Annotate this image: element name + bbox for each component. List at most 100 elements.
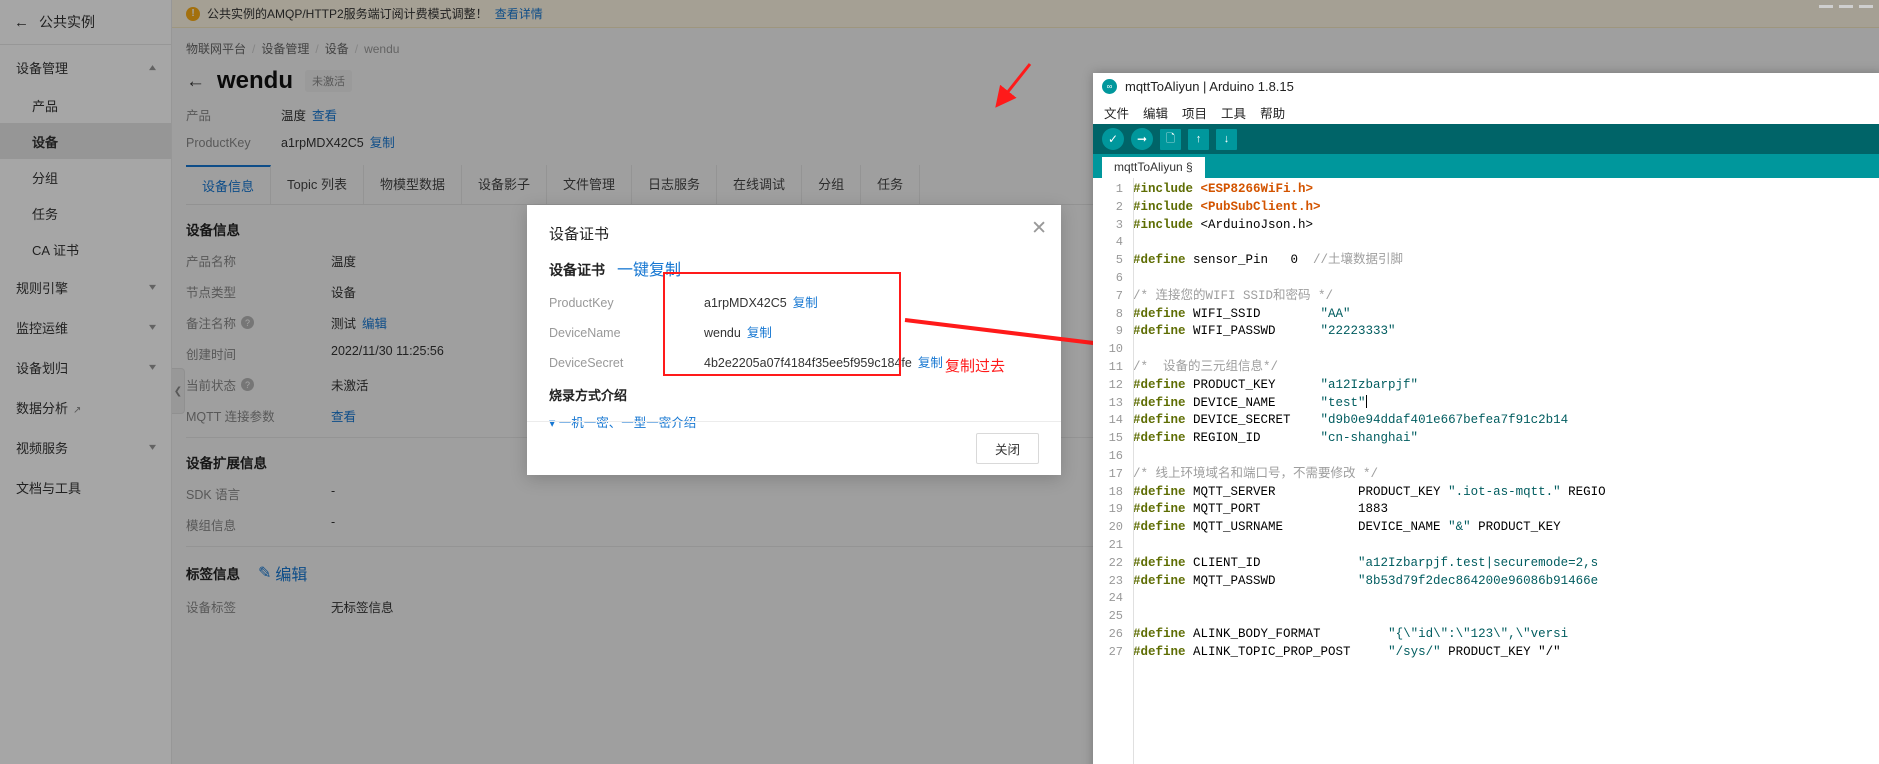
cert-label: ProductKey bbox=[549, 296, 614, 310]
menu-sketch[interactable]: 项目 bbox=[1182, 103, 1207, 122]
code-line: 6 bbox=[1093, 270, 1879, 288]
code-line: 9 #define WIFI_PASSWD "22223333" bbox=[1093, 323, 1879, 341]
code-text: /* 连接您的WIFI SSID和密码 */ bbox=[1133, 288, 1334, 303]
code-line: 19 #define MQTT_PORT 1883 bbox=[1093, 501, 1879, 519]
code-line: 21 bbox=[1093, 537, 1879, 555]
upload-arrow-icon[interactable]: ➞ bbox=[1131, 128, 1153, 150]
copy-devicesecret-button[interactable]: 复制 bbox=[918, 352, 943, 371]
line-number: 11 bbox=[1108, 359, 1123, 374]
ide-sketch-tabs: mqttToAliyun § bbox=[1093, 154, 1879, 178]
cert-value: wendu bbox=[704, 326, 741, 340]
device-certificate-dialog: 设备证书 ✕ 设备证书 一键复制 ProductKey a1rpMDX42C5 … bbox=[527, 205, 1061, 475]
line-number: 4 bbox=[1115, 235, 1123, 250]
code-line: 18 #define MQTT_SERVER PRODUCT_KEY ".iot-… bbox=[1093, 484, 1879, 502]
line-number: 22 bbox=[1108, 555, 1123, 570]
arduino-logo-icon: ∞ bbox=[1102, 79, 1117, 94]
cert-row-productkey: ProductKey a1rpMDX42C5 复制 bbox=[549, 292, 1039, 311]
code-text: #define REGION_ID "cn-shanghai" bbox=[1133, 431, 1419, 446]
code-line: 2 #include <PubSubClient.h> bbox=[1093, 199, 1879, 217]
close-window-icon[interactable] bbox=[1859, 5, 1873, 8]
code-line: 4 bbox=[1093, 234, 1879, 252]
code-text: #define sensor_Pin 0 //土壤数据引脚 bbox=[1133, 253, 1404, 268]
code-text: #define DEVICE_SECRET "d9b0e94ddaf401e66… bbox=[1133, 413, 1569, 428]
code-line: 7 /* 连接您的WIFI SSID和密码 */ bbox=[1093, 288, 1879, 306]
code-line: 5 #define sensor_Pin 0 //土壤数据引脚 bbox=[1093, 252, 1879, 270]
dialog-title: 设备证书 bbox=[549, 226, 610, 243]
code-text: #include <PubSubClient.h> bbox=[1133, 199, 1321, 214]
code-line: 23 #define MQTT_PASSWD "8b53d79f2dec86420… bbox=[1093, 573, 1879, 591]
code-text: #define CLIENT_ID "a12Izbarpjf.test|secu… bbox=[1133, 555, 1599, 570]
annotation-copy-over: 复制过去 bbox=[945, 358, 1006, 375]
copy-productkey-button[interactable]: 复制 bbox=[793, 292, 818, 311]
menu-edit[interactable]: 编辑 bbox=[1143, 103, 1168, 122]
code-line: 25 bbox=[1093, 608, 1879, 626]
text-caret bbox=[1365, 394, 1367, 408]
code-text: /* 设备的三元组信息*/ bbox=[1133, 359, 1279, 374]
code-line: 10 bbox=[1093, 341, 1879, 359]
arduino-ide-window: ∞ mqttToAliyun | Arduino 1.8.15 文件 编辑 项目… bbox=[1093, 73, 1879, 764]
screen-root: ← 公共实例 设备管理 ▾ 产品 设备 分组 任务 CA 证书 规则引擎 ▾ 监… bbox=[0, 0, 1879, 764]
ide-code-editor[interactable]: 1 #include <ESP8266WiFi.h> 2 #include <PubS… bbox=[1093, 178, 1879, 764]
line-number: 6 bbox=[1115, 270, 1123, 285]
gutter-line bbox=[1133, 178, 1134, 764]
code-text: /* 线上环境域名和端口号，不需要修改 */ bbox=[1133, 466, 1379, 481]
dialog-body: 设备证书 一键复制 ProductKey a1rpMDX42C5 复制 Devi… bbox=[527, 244, 1061, 431]
line-number: 12 bbox=[1108, 377, 1123, 392]
code-line: 24 bbox=[1093, 590, 1879, 608]
code-line: 17 /* 线上环境域名和端口号，不需要修改 */ bbox=[1093, 466, 1879, 484]
code-text: #define ALINK_TOPIC_PROP_POST "/sys/" PR… bbox=[1133, 644, 1561, 659]
code-line: 15 #define REGION_ID "cn-shanghai" bbox=[1093, 430, 1879, 448]
line-number: 9 bbox=[1115, 324, 1123, 339]
burn-section-title: 烧录方式介绍 bbox=[549, 388, 628, 403]
line-number: 3 bbox=[1115, 217, 1123, 232]
ide-menu-bar: 文件 编辑 项目 工具 帮助 bbox=[1093, 100, 1879, 124]
line-number: 17 bbox=[1108, 466, 1123, 481]
copy-all-link[interactable]: 一键复制 bbox=[617, 256, 681, 280]
line-number: 10 bbox=[1108, 342, 1123, 357]
close-icon[interactable]: ✕ bbox=[1031, 219, 1047, 238]
code-line: 14 #define DEVICE_SECRET "d9b0e94ddaf401e… bbox=[1093, 412, 1879, 430]
code-text: #define MQTT_PORT 1883 bbox=[1133, 502, 1389, 517]
cert-row-devicename: DeviceName wendu 复制 bbox=[549, 322, 1039, 341]
dialog-footer: 关闭 bbox=[527, 421, 1061, 475]
line-number: 18 bbox=[1108, 484, 1123, 499]
sketch-tab-mqtttoaliyun[interactable]: mqttToAliyun § bbox=[1102, 157, 1205, 178]
menu-file[interactable]: 文件 bbox=[1104, 103, 1129, 122]
maximize-icon[interactable] bbox=[1839, 5, 1853, 8]
line-number: 25 bbox=[1108, 609, 1123, 624]
line-number: 23 bbox=[1108, 573, 1123, 588]
close-button[interactable]: 关闭 bbox=[975, 433, 1039, 464]
new-file-icon[interactable]: 🗋 bbox=[1160, 128, 1181, 150]
certificate-header: 设备证书 一键复制 bbox=[549, 256, 1039, 280]
cert-label: DeviceSecret bbox=[549, 356, 624, 370]
line-number: 26 bbox=[1108, 626, 1123, 641]
line-number: 21 bbox=[1108, 537, 1123, 552]
copy-devicename-button[interactable]: 复制 bbox=[747, 322, 772, 341]
save-icon[interactable]: ↓ bbox=[1216, 128, 1237, 150]
line-number: 8 bbox=[1115, 306, 1123, 321]
open-folder-icon[interactable]: ↑ bbox=[1188, 128, 1209, 150]
menu-tools[interactable]: 工具 bbox=[1221, 103, 1246, 122]
code-line: 3 #include <ArduinoJson.h> bbox=[1093, 217, 1879, 235]
code-line: 27 #define ALINK_TOPIC_PROP_POST "/sys/" … bbox=[1093, 644, 1879, 662]
line-number: 16 bbox=[1108, 448, 1123, 463]
line-number: 7 bbox=[1115, 288, 1123, 303]
cert-value: 4b2e2205a07f4184f35ee5f959c184fe bbox=[704, 356, 912, 370]
code-text: #define WIFI_SSID "AA" bbox=[1133, 306, 1351, 321]
code-text: #define PRODUCT_KEY "a12Izbarpjf" bbox=[1133, 377, 1419, 392]
minimize-icon[interactable] bbox=[1819, 5, 1833, 8]
code-text: #define MQTT_PASSWD "8b53d79f2dec864200e… bbox=[1133, 573, 1599, 588]
code-line: 8 #define WIFI_SSID "AA" bbox=[1093, 306, 1879, 324]
code-line: 16 bbox=[1093, 448, 1879, 466]
menu-help[interactable]: 帮助 bbox=[1260, 103, 1285, 122]
cert-label: DeviceName bbox=[549, 326, 621, 340]
line-number: 13 bbox=[1108, 395, 1123, 410]
ide-title-bar: ∞ mqttToAliyun | Arduino 1.8.15 bbox=[1093, 73, 1879, 100]
line-number: 1 bbox=[1115, 182, 1123, 196]
code-text: #include <ESP8266WiFi.h> bbox=[1133, 182, 1314, 196]
code-line: 1 #include <ESP8266WiFi.h> bbox=[1093, 181, 1879, 199]
window-controls[interactable] bbox=[1819, 5, 1873, 8]
verify-check-icon[interactable]: ✓ bbox=[1102, 128, 1124, 150]
code-line: 11 /* 设备的三元组信息*/ bbox=[1093, 359, 1879, 377]
line-number: 15 bbox=[1108, 431, 1123, 446]
